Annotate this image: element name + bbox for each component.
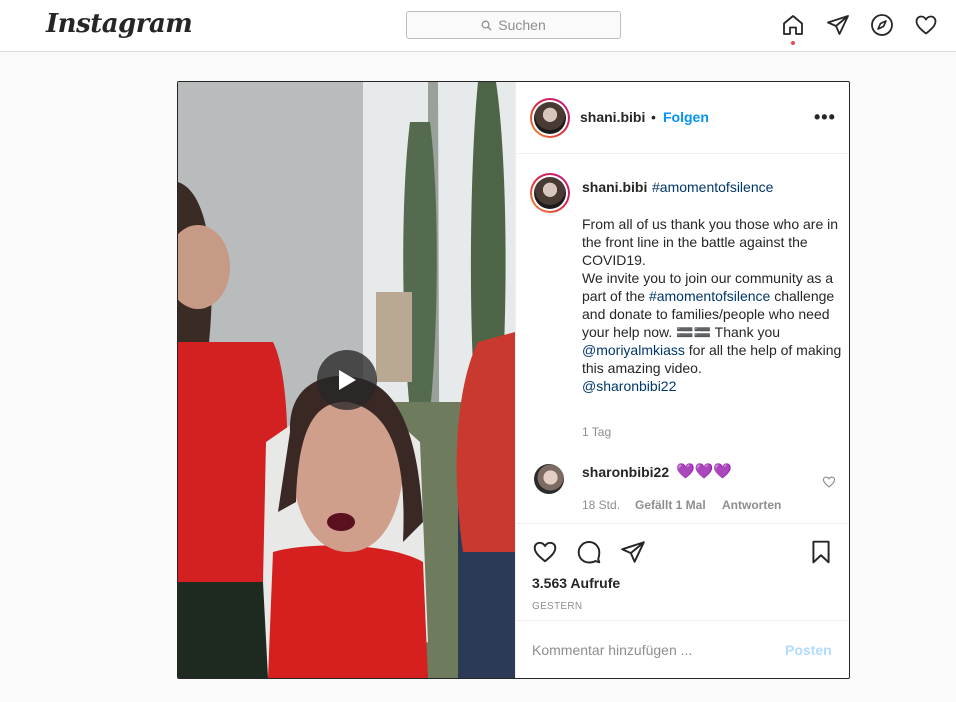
commenter-avatar[interactable]	[534, 464, 564, 494]
share-icon[interactable]	[620, 539, 646, 565]
play-icon	[339, 370, 356, 390]
comment-likes-count[interactable]: Gefällt 1 Mal	[635, 498, 706, 512]
direct-icon[interactable]	[826, 13, 850, 37]
like-heart-icon[interactable]	[532, 539, 558, 565]
caption-text: From all of us thank you those who are i…	[582, 215, 844, 395]
post-date[interactable]: GESTERN	[532, 601, 582, 612]
caption-hashtag-link[interactable]: #amomentofsilence	[652, 179, 773, 195]
comment-timestamp[interactable]: 18 Std.	[582, 498, 620, 512]
post-video[interactable]	[178, 82, 515, 678]
top-navigation-bar: Instagram Suchen	[0, 0, 956, 52]
post-comment-button[interactable]: Posten	[785, 642, 832, 658]
commenter-username[interactable]: sharonbibi22	[582, 464, 669, 480]
play-button[interactable]	[317, 350, 377, 410]
separator-dot: •	[651, 109, 656, 125]
post-sidebar: shani.bibi • Folgen ••• shani.bibi #amom…	[515, 82, 849, 678]
caption-timestamp[interactable]: 1 Tag	[582, 425, 611, 439]
caption-hashtag-inline-link[interactable]: #amomentofsilence	[649, 288, 770, 304]
follow-button[interactable]: Folgen	[663, 109, 709, 125]
comment-input[interactable]: Kommentar hinzufügen ...	[532, 642, 692, 658]
comment-text: 💜💜💜	[676, 463, 733, 480]
active-indicator-dot	[791, 41, 795, 45]
explore-icon[interactable]	[870, 13, 894, 37]
comments-section: shani.bibi #amomentofsilence From all of…	[516, 155, 849, 524]
author-avatar[interactable]	[530, 98, 570, 138]
instagram-logo[interactable]: Instagram	[46, 9, 193, 39]
views-count[interactable]: 3.563 Aufrufe	[532, 575, 620, 591]
caption-avatar[interactable]	[530, 173, 570, 213]
more-options-button[interactable]: •••	[814, 107, 836, 128]
activity-icon[interactable]	[914, 13, 938, 37]
home-icon[interactable]	[781, 13, 805, 37]
caption-username[interactable]: shani.bibi	[582, 179, 647, 195]
mention-link-sharonbibi22[interactable]: @sharonbibi22	[582, 378, 676, 394]
search-placeholder: Suchen	[498, 17, 546, 33]
post-card: shani.bibi • Folgen ••• shani.bibi #amom…	[177, 81, 850, 679]
reply-button[interactable]: Antworten	[722, 498, 781, 512]
mention-link-moriyalmkiass[interactable]: @moriyalmkiass	[582, 342, 685, 358]
search-input[interactable]: Suchen	[406, 11, 621, 39]
author-username[interactable]: shani.bibi	[580, 109, 645, 125]
comment-bubble-icon[interactable]	[576, 539, 602, 565]
comment-like-heart-icon[interactable]	[822, 475, 836, 489]
search-icon	[481, 20, 492, 31]
bookmark-icon[interactable]	[808, 539, 834, 565]
post-actions: 3.563 Aufrufe GESTERN	[516, 525, 849, 621]
post-header: shani.bibi • Folgen •••	[516, 82, 849, 154]
